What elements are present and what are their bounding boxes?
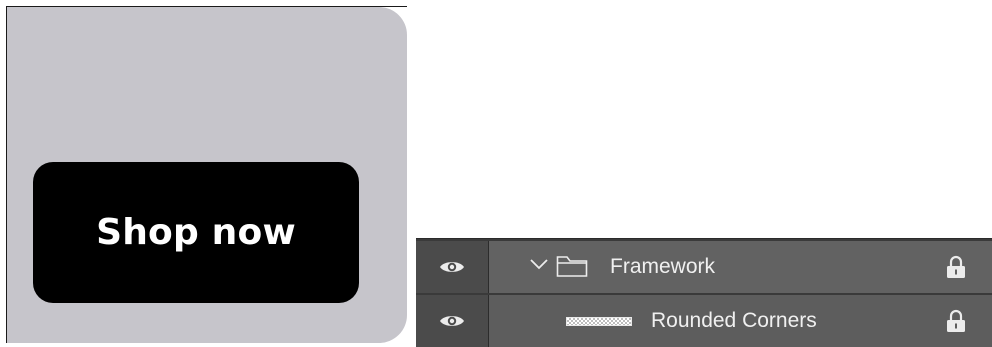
eye-icon xyxy=(439,313,465,329)
artboard-canvas: Shop now xyxy=(6,6,407,343)
layer-row-framework[interactable]: Framework xyxy=(416,241,992,293)
shop-now-label: Shop now xyxy=(96,212,296,253)
chevron-down-icon[interactable] xyxy=(529,257,549,276)
visibility-toggle-framework[interactable] xyxy=(416,241,489,293)
layer-name-framework: Framework xyxy=(610,255,716,278)
lock-icon[interactable] xyxy=(946,255,966,284)
visibility-toggle-rounded-corners[interactable] xyxy=(416,295,489,347)
folder-icon xyxy=(556,254,588,283)
layers-panel: Framework Rounded Corners xyxy=(416,238,992,347)
lock-icon[interactable] xyxy=(946,309,966,338)
layer-name-rounded-corners: Rounded Corners xyxy=(651,309,817,332)
rounded-card: Shop now xyxy=(7,7,407,343)
eye-icon xyxy=(439,259,465,275)
layer-row-rounded-corners[interactable]: Rounded Corners xyxy=(416,295,992,347)
shop-now-button[interactable]: Shop now xyxy=(33,162,359,303)
layer-thumbnail-icon xyxy=(566,317,632,326)
